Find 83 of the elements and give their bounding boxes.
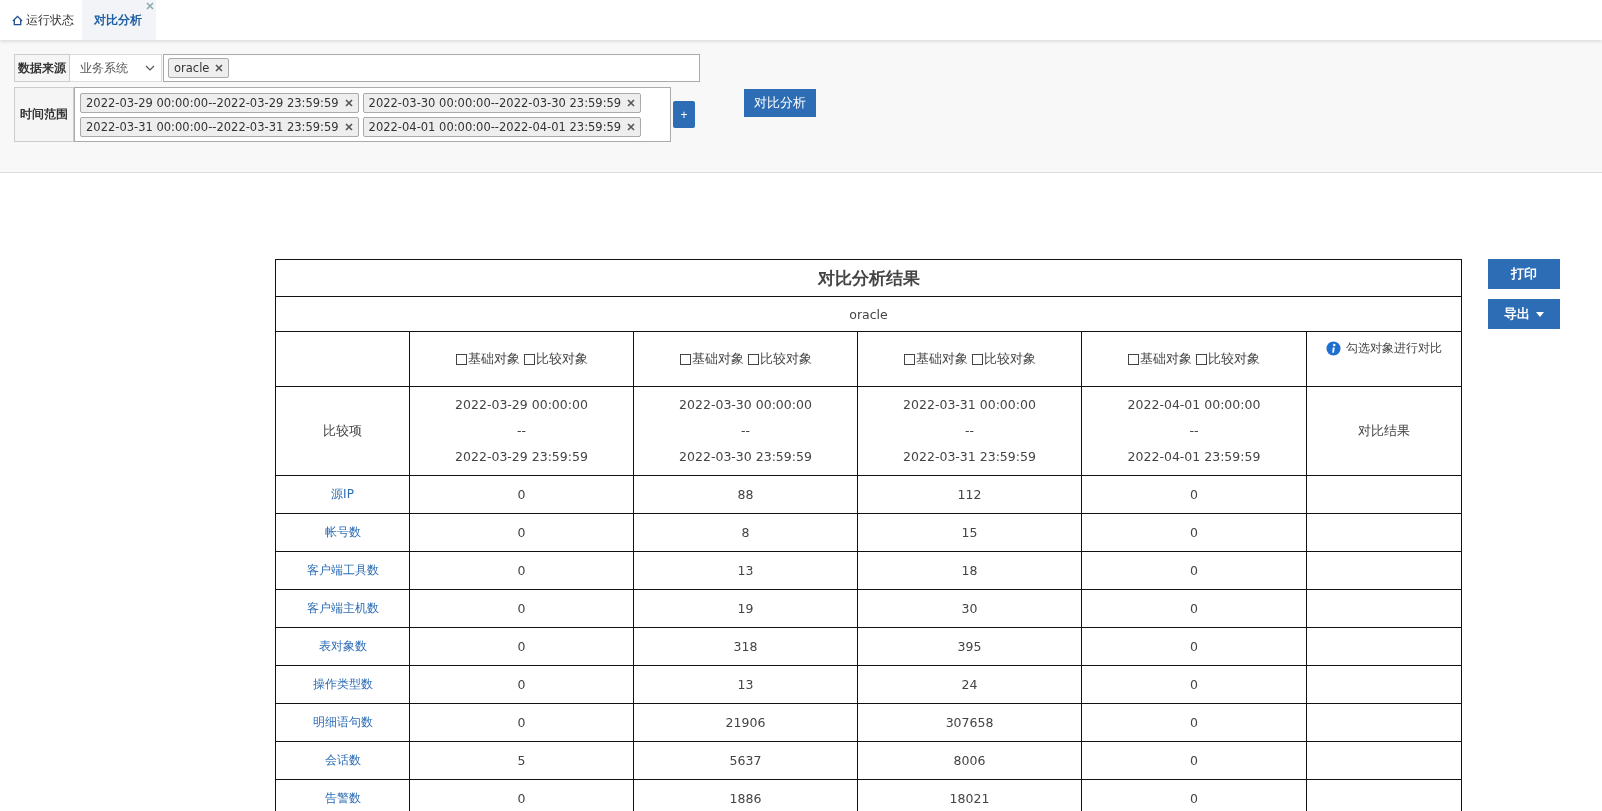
chevron-icon xyxy=(145,65,155,71)
date-range-cell: 2022-04-01 00:00:00 -- 2022-04-01 23:59:59 xyxy=(1081,386,1307,476)
table-cell: 15 xyxy=(857,513,1082,552)
table-cell: 0 xyxy=(409,475,634,514)
checkbox[interactable]: 基础对象 xyxy=(679,350,744,368)
tag: 2022-04-01 00:00:00--2022-04-01 23:59:59 xyxy=(362,116,642,137)
item-link[interactable]: 源IP xyxy=(331,487,354,501)
tag: 2022-03-29 00:00:00--2022-03-29 23:59:59 xyxy=(80,92,359,113)
table-cell: 0 xyxy=(1081,665,1307,704)
checkbox[interactable]: 比较对象 xyxy=(523,350,588,368)
remove-icon[interactable] xyxy=(627,98,636,107)
export-button[interactable]: 导出 xyxy=(1488,299,1561,329)
source-select[interactable]: 业务系统 xyxy=(70,54,162,82)
hint-text: 勾选对象进行对比 xyxy=(1346,341,1443,356)
table-cell: 0 xyxy=(409,703,634,742)
table-cell: 19 xyxy=(633,589,858,628)
table-cell: 0 xyxy=(1081,513,1307,552)
table-cell: 307658 xyxy=(857,703,1082,742)
table-cell: 0 xyxy=(1081,589,1307,628)
checkbox[interactable]: 基础对象 xyxy=(903,350,968,368)
item-link[interactable]: 操作类型数 xyxy=(312,677,373,691)
print-button[interactable]: 打印 xyxy=(1488,259,1561,289)
table-cell: 13 xyxy=(633,551,858,590)
table-cell: 112 xyxy=(857,475,1082,514)
date-range-cell: 2022-03-29 00:00:00 -- 2022-03-29 23:59:59 xyxy=(409,386,634,476)
item-link[interactable]: 客户端主机数 xyxy=(306,601,379,615)
info-icon xyxy=(1326,341,1342,356)
item-link[interactable]: 帐号数 xyxy=(324,525,361,539)
item-link[interactable]: 客户端工具数 xyxy=(306,563,379,577)
tab[interactable]: 运行状态 xyxy=(0,0,82,40)
checkbox[interactable]: 基础对象 xyxy=(455,350,520,368)
table-header: 对比结果 xyxy=(1306,386,1462,476)
table-cell: 21906 xyxy=(633,703,858,742)
date-range-cell: 2022-03-31 00:00:00 -- 2022-03-31 23:59:59 xyxy=(857,386,1082,476)
tab[interactable]: 对比分析 xyxy=(82,0,156,40)
tag: oracle xyxy=(168,58,230,78)
remove-icon[interactable] xyxy=(344,122,353,131)
table-cell: 0 xyxy=(409,513,634,552)
checkbox[interactable]: 比较对象 xyxy=(1196,350,1260,368)
tag: 2022-03-30 00:00:00--2022-03-30 23:59:59 xyxy=(362,92,642,113)
table-cell: 18 xyxy=(857,551,1082,590)
table-cell: 13 xyxy=(633,665,858,704)
field-label: 数据来源 xyxy=(14,54,70,82)
checkbox[interactable]: 比较对象 xyxy=(971,350,1036,368)
time-tag-field[interactable]: 2022-03-29 00:00:00--2022-03-29 23:59:59 2022-03-30 00:00:00--2022-03-30 23:59:59 2022-03-31 00:00:00--2022-03-31 23:59:59 2022-04-01 00:00:00--2022-04-01 23:59:59 xyxy=(74,87,671,142)
analyze-button[interactable]: 对比分析 xyxy=(744,89,816,117)
table-cell: 0 xyxy=(1081,475,1307,514)
caret-icon xyxy=(1536,311,1545,317)
item-link[interactable]: 会话数 xyxy=(324,753,361,767)
item-link[interactable]: 表对象数 xyxy=(318,639,367,653)
tag: 2022-03-31 00:00:00--2022-03-31 23:59:59 xyxy=(80,116,359,137)
table-cell: 0 xyxy=(1081,703,1307,742)
table-cell: 0 xyxy=(1081,551,1307,590)
add-button[interactable]: + xyxy=(673,101,695,128)
field-label: 时间范围 xyxy=(14,87,74,142)
table-cell: 5 xyxy=(409,741,634,780)
table-cell: 30 xyxy=(857,589,1082,628)
table-cell: 0 xyxy=(409,627,634,666)
table-cell: 0 xyxy=(409,665,634,704)
remove-icon[interactable] xyxy=(627,122,636,131)
source-tag-field[interactable]: oracle xyxy=(163,54,700,82)
table-cell: 5637 xyxy=(633,741,858,780)
table-header: 比较项 xyxy=(275,386,410,476)
date-range-cell: 2022-03-30 00:00:00 -- 2022-03-30 23:59:59 xyxy=(633,386,858,476)
remove-icon[interactable] xyxy=(215,64,224,72)
item-link[interactable]: 告警数 xyxy=(324,791,361,805)
table-cell: 0 xyxy=(1081,741,1307,780)
table-title: 对比分析结果 xyxy=(275,259,1462,297)
table-cell: 0 xyxy=(409,589,634,628)
checkbox[interactable]: 基础对象 xyxy=(1128,350,1192,368)
table-cell: 88 xyxy=(633,475,858,514)
item-link[interactable]: 明细语句数 xyxy=(312,715,373,729)
table-cell: 8006 xyxy=(857,741,1082,780)
table-cell: 8 xyxy=(633,513,858,552)
table-cell: 0 xyxy=(1081,627,1307,666)
home-icon xyxy=(12,14,23,26)
remove-icon[interactable] xyxy=(344,98,353,107)
table-cell: 395 xyxy=(857,627,1082,666)
table-cell: 0 xyxy=(409,551,634,590)
table-cell: 318 xyxy=(633,627,858,666)
table-subtitle: oracle xyxy=(275,296,1462,332)
table-cell: 24 xyxy=(857,665,1082,704)
checkbox[interactable]: 比较对象 xyxy=(747,350,812,368)
